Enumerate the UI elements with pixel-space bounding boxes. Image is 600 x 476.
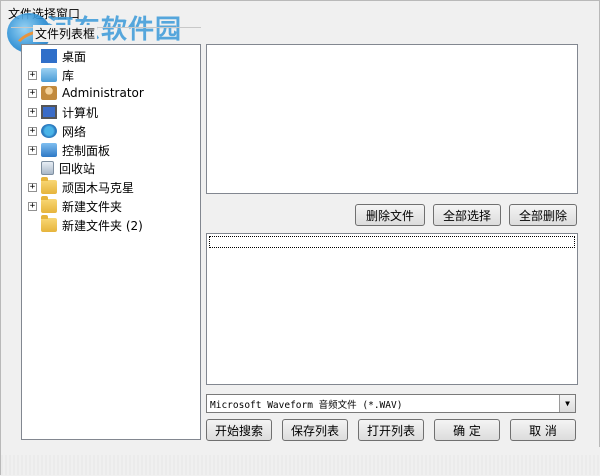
tree-expander[interactable]: + [28, 107, 37, 117]
tree-item-label: 网络 [62, 124, 87, 139]
tree-item-label: 回收站 [59, 161, 96, 176]
tree-expander[interactable]: + [28, 201, 37, 211]
save-list-button[interactable]: 保存列表 [282, 419, 348, 441]
delete-file-button[interactable]: 删除文件 [355, 204, 425, 226]
tree-expander[interactable]: + [28, 182, 37, 192]
computer-icon [41, 105, 57, 119]
select-all-button[interactable]: 全部选择 [433, 204, 501, 226]
tree-item-label: Administrator [62, 86, 144, 100]
open-list-button[interactable]: 打开列表 [358, 419, 424, 441]
tree-expander[interactable]: + [28, 145, 37, 155]
chevron-down-icon[interactable]: ▼ [559, 395, 575, 412]
library-icon [41, 68, 57, 82]
cancel-button[interactable]: 取 消 [510, 419, 576, 441]
search-results-list[interactable] [206, 233, 578, 385]
tree-item-folder[interactable]: 新建文件夹 (2) [22, 215, 143, 234]
desktop-icon [41, 49, 57, 63]
tree-item-control-panel[interactable]: + 控制面板 [22, 141, 110, 159]
tree-expander [28, 221, 37, 230]
tree-expander[interactable]: + [28, 126, 37, 136]
tree-item-label: 新建文件夹 (2) [62, 218, 143, 233]
folder-icon [41, 215, 57, 232]
file-selection-window: 文件选择窗口 河东软件园 www.pc0359.cn 文件列表框 桌面 + 库 … [0, 0, 600, 476]
window-title: 文件选择窗口 [8, 7, 81, 21]
tree-item-label: 顽固木马克星 [62, 180, 135, 195]
folder-tree[interactable]: 桌面 + 库 + Administrator + 计算机 + 网络 + 控制面板 [21, 44, 201, 440]
delete-all-button[interactable]: 全部删除 [509, 204, 577, 226]
tree-item-desktop[interactable]: 桌面 [22, 47, 86, 65]
tree-item-label: 控制面板 [62, 143, 111, 158]
folder-icon [41, 177, 57, 194]
tree-item-label: 计算机 [62, 105, 99, 120]
tree-item-label: 新建文件夹 [62, 199, 123, 214]
start-search-button[interactable]: 开始搜索 [206, 419, 272, 441]
tree-item-network[interactable]: + 网络 [22, 122, 86, 140]
tree-item-folder[interactable]: + 顽固木马克星 [22, 177, 135, 196]
file-list-group-label: 文件列表框 [33, 25, 98, 42]
tree-item-label: 库 [62, 68, 75, 83]
tree-item-computer[interactable]: + 计算机 [22, 103, 98, 121]
tree-item-folder[interactable]: + 新建文件夹 [22, 196, 123, 215]
tree-expander[interactable]: + [28, 70, 37, 80]
file-type-filter-select[interactable]: Microsoft Waveform 音频文件 (*.WAV) ▼ [206, 394, 576, 413]
selected-files-list[interactable] [206, 44, 578, 194]
tree-item-administrator[interactable]: + Administrator [22, 84, 144, 102]
focused-list-row[interactable] [209, 236, 575, 248]
tree-expander [28, 52, 37, 61]
folder-icon [41, 196, 57, 213]
control-panel-icon [41, 143, 57, 157]
tree-expander [28, 164, 37, 173]
background-strip [1, 447, 600, 476]
recycle-bin-icon [41, 161, 54, 175]
tree-item-label: 桌面 [62, 49, 87, 64]
tree-expander[interactable]: + [28, 88, 37, 98]
network-icon [41, 124, 57, 138]
file-type-filter-value: Microsoft Waveform 音频文件 (*.WAV) [210, 399, 403, 411]
tree-item-recycle-bin[interactable]: 回收站 [22, 159, 95, 177]
tree-item-library[interactable]: + 库 [22, 66, 74, 84]
ok-button[interactable]: 确 定 [434, 419, 500, 441]
user-folder-icon [41, 86, 57, 100]
